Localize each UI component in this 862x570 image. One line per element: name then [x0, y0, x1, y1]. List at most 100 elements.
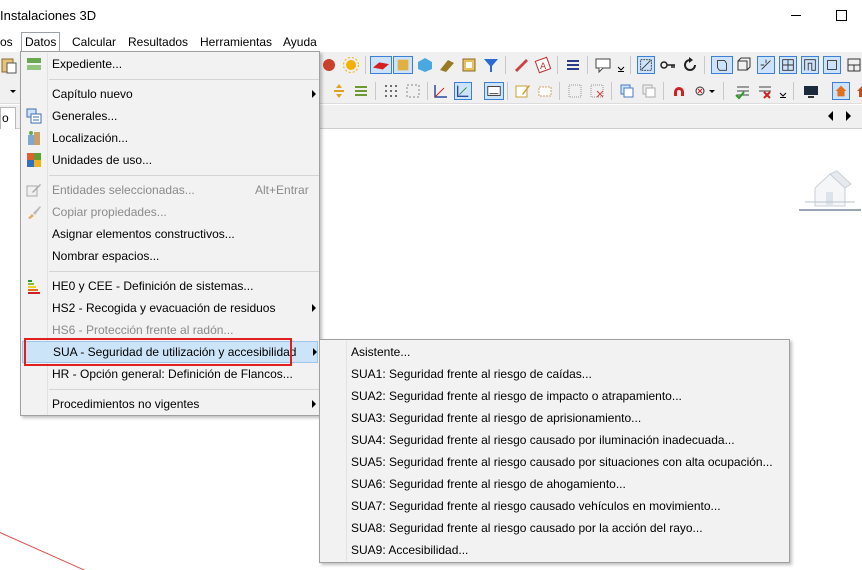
wall-icon[interactable] [393, 56, 413, 74]
submenu-arrow-icon [312, 304, 316, 312]
menu-item-entidades-seleccionadas[interactable]: Entidades seleccionadas... Alt+Entrar [22, 179, 318, 201]
layers-icon[interactable] [564, 56, 582, 74]
move-updown-icon[interactable] [330, 82, 348, 100]
overflow-chevron-icon[interactable] [616, 56, 626, 74]
copy-gray-icon[interactable] [640, 82, 658, 100]
square-view-icon[interactable] [823, 56, 841, 74]
snap-settings-icon[interactable] [692, 82, 716, 100]
submenu-item-sua8[interactable]: SUA8: Seguridad frente al riesgo causado… [321, 517, 788, 539]
filter-icon[interactable] [482, 56, 500, 74]
toolbar-separator [704, 56, 705, 74]
box-outline-icon[interactable] [735, 56, 753, 74]
tab-active[interactable]: o [0, 107, 16, 129]
submenu-item-sua1[interactable]: SUA1: Seguridad frente al riesgo de caíd… [321, 363, 788, 385]
light-view-icon[interactable] [757, 56, 775, 74]
menu-item-generales[interactable]: Generales... [22, 105, 318, 127]
menu-item-label: Asignar elementos constructivos... [52, 227, 235, 241]
menu-item-copiar-propiedades[interactable]: Copiar propiedades... [22, 201, 318, 223]
sun-icon[interactable] [342, 56, 360, 74]
menu-calcular[interactable]: Calcular [69, 32, 119, 52]
dashed-grid-icon[interactable] [404, 82, 422, 100]
magnet-icon[interactable] [670, 82, 688, 100]
menu-item-localizacion[interactable]: Localización... [22, 127, 318, 149]
submenu-item-sua2[interactable]: SUA2: Seguridad frente al riesgo de impa… [321, 385, 788, 407]
dot-grid-icon[interactable] [382, 82, 400, 100]
overflow-chevron-icon[interactable] [778, 82, 788, 100]
grid-delete-icon[interactable] [588, 82, 606, 100]
dropdown-arrow-icon[interactable] [8, 82, 18, 100]
checklist-icon[interactable] [734, 82, 752, 100]
menu-ayuda[interactable]: Ayuda [280, 32, 320, 52]
menu-datos[interactable]: Datos [21, 32, 61, 52]
menu-item-label: Procedimientos no vigentes [52, 397, 200, 411]
sphere-icon[interactable] [320, 56, 338, 74]
menu-resultados[interactable]: Resultados [125, 32, 191, 52]
grid-select-icon[interactable] [566, 82, 584, 100]
red-slab-icon[interactable] [370, 56, 392, 74]
paste-icon[interactable] [0, 56, 18, 74]
maximize-button[interactable] [829, 4, 853, 26]
edit-icon[interactable] [514, 82, 532, 100]
menu-item-accelerator: Alt+Entrar [255, 183, 309, 197]
split-view-icon[interactable] [845, 56, 862, 74]
menu-item-label: HE0 y CEE - Definición de sistemas... [52, 279, 254, 293]
submenu-item-sua3[interactable]: SUA3: Seguridad frente al riesgo de apri… [321, 407, 788, 429]
cube-icon[interactable] [416, 56, 434, 74]
menu-item-nombrar-espacios[interactable]: Nombrar espacios... [22, 245, 318, 267]
key-icon[interactable] [659, 56, 677, 74]
submenu-item-label: Asistente... [351, 345, 411, 359]
ruler-icon[interactable] [512, 56, 530, 74]
minimize-button[interactable] [784, 4, 808, 26]
menu-item-hs2[interactable]: HS2 - Recogida y evacuación de residuos [22, 297, 318, 319]
submenu-item-sua5[interactable]: SUA5: Seguridad frente al riesgo causado… [321, 451, 788, 473]
angle-icon[interactable] [432, 82, 450, 100]
3d-view-icon[interactable] [711, 56, 733, 74]
refresh-icon[interactable] [681, 56, 699, 74]
submenu-item-sua7[interactable]: SUA7: Seguridad frente al riesgo causado… [321, 495, 788, 517]
grid-view-icon[interactable] [779, 56, 797, 74]
home-icon[interactable] [832, 82, 850, 100]
menu-item-asignar-elementos-constructivos[interactable]: Asignar elementos constructivos... [22, 223, 318, 245]
plan-view-icon[interactable] [801, 56, 819, 74]
menu-item-capitulo-nuevo[interactable]: Capítulo nuevo [22, 83, 318, 105]
stack-icon[interactable] [352, 82, 370, 100]
toolbar-separator [663, 82, 664, 100]
submenu-item-label: SUA9: Accesibilidad... [351, 543, 469, 557]
toolbar-separator [375, 82, 376, 100]
expediente-icon [27, 58, 41, 70]
copy-window-icon[interactable] [618, 82, 636, 100]
home-alt-icon[interactable] [854, 82, 862, 100]
submenu-item-asistente[interactable]: Asistente... [321, 341, 788, 363]
select-box-icon[interactable] [637, 56, 655, 74]
monitor-icon[interactable] [802, 82, 820, 100]
checklist-delete-icon[interactable] [756, 82, 774, 100]
menu-item-hr[interactable]: HR - Opción general: Definición de Flanc… [22, 363, 318, 385]
menu-archivos[interactable]: os [0, 32, 16, 52]
sua-submenu: Asistente... SUA1: Seguridad frente al r… [319, 339, 790, 563]
submenu-item-sua6[interactable]: SUA6: Seguridad frente al riesgo de ahog… [321, 473, 788, 495]
hatch-icon[interactable] [536, 82, 554, 100]
submenu-item-label: SUA7: Seguridad frente al riesgo causado… [351, 499, 721, 513]
comment-icon[interactable] [594, 56, 612, 74]
highlight-callout-box [24, 338, 292, 366]
tab-scroll-left-icon[interactable] [828, 111, 833, 121]
submenu-item-sua4[interactable]: SUA4: Seguridad frente al riesgo causado… [321, 429, 788, 451]
ortho-icon[interactable] [484, 82, 504, 100]
view-cube-house-icon[interactable] [799, 166, 861, 214]
menu-item-he0-cee[interactable]: HE0 y CEE - Definición de sistemas... [22, 275, 318, 297]
angle-snap-icon[interactable] [454, 82, 472, 100]
submenu-item-sua9[interactable]: SUA9: Accesibilidad... [321, 539, 788, 561]
text-annotation-icon[interactable]: A [534, 56, 552, 74]
red-guide-line [0, 532, 119, 570]
roof-icon[interactable] [438, 56, 456, 74]
toolbar-separator [505, 56, 506, 74]
menu-item-unidades-de-uso[interactable]: Unidades de uso... [22, 149, 318, 171]
window-frame-icon[interactable] [460, 56, 478, 74]
menu-item-expediente[interactable]: Expediente... [22, 53, 318, 75]
submenu-arrow-icon [312, 90, 316, 98]
tab-scroll-right-icon[interactable] [846, 111, 851, 121]
menu-separator [49, 389, 319, 390]
menu-bar: os Datos Calcular Resultados Herramienta… [0, 32, 862, 52]
menu-item-procedimientos-no-vigentes[interactable]: Procedimientos no vigentes [22, 393, 318, 415]
menu-herramientas[interactable]: Herramientas [197, 32, 275, 52]
